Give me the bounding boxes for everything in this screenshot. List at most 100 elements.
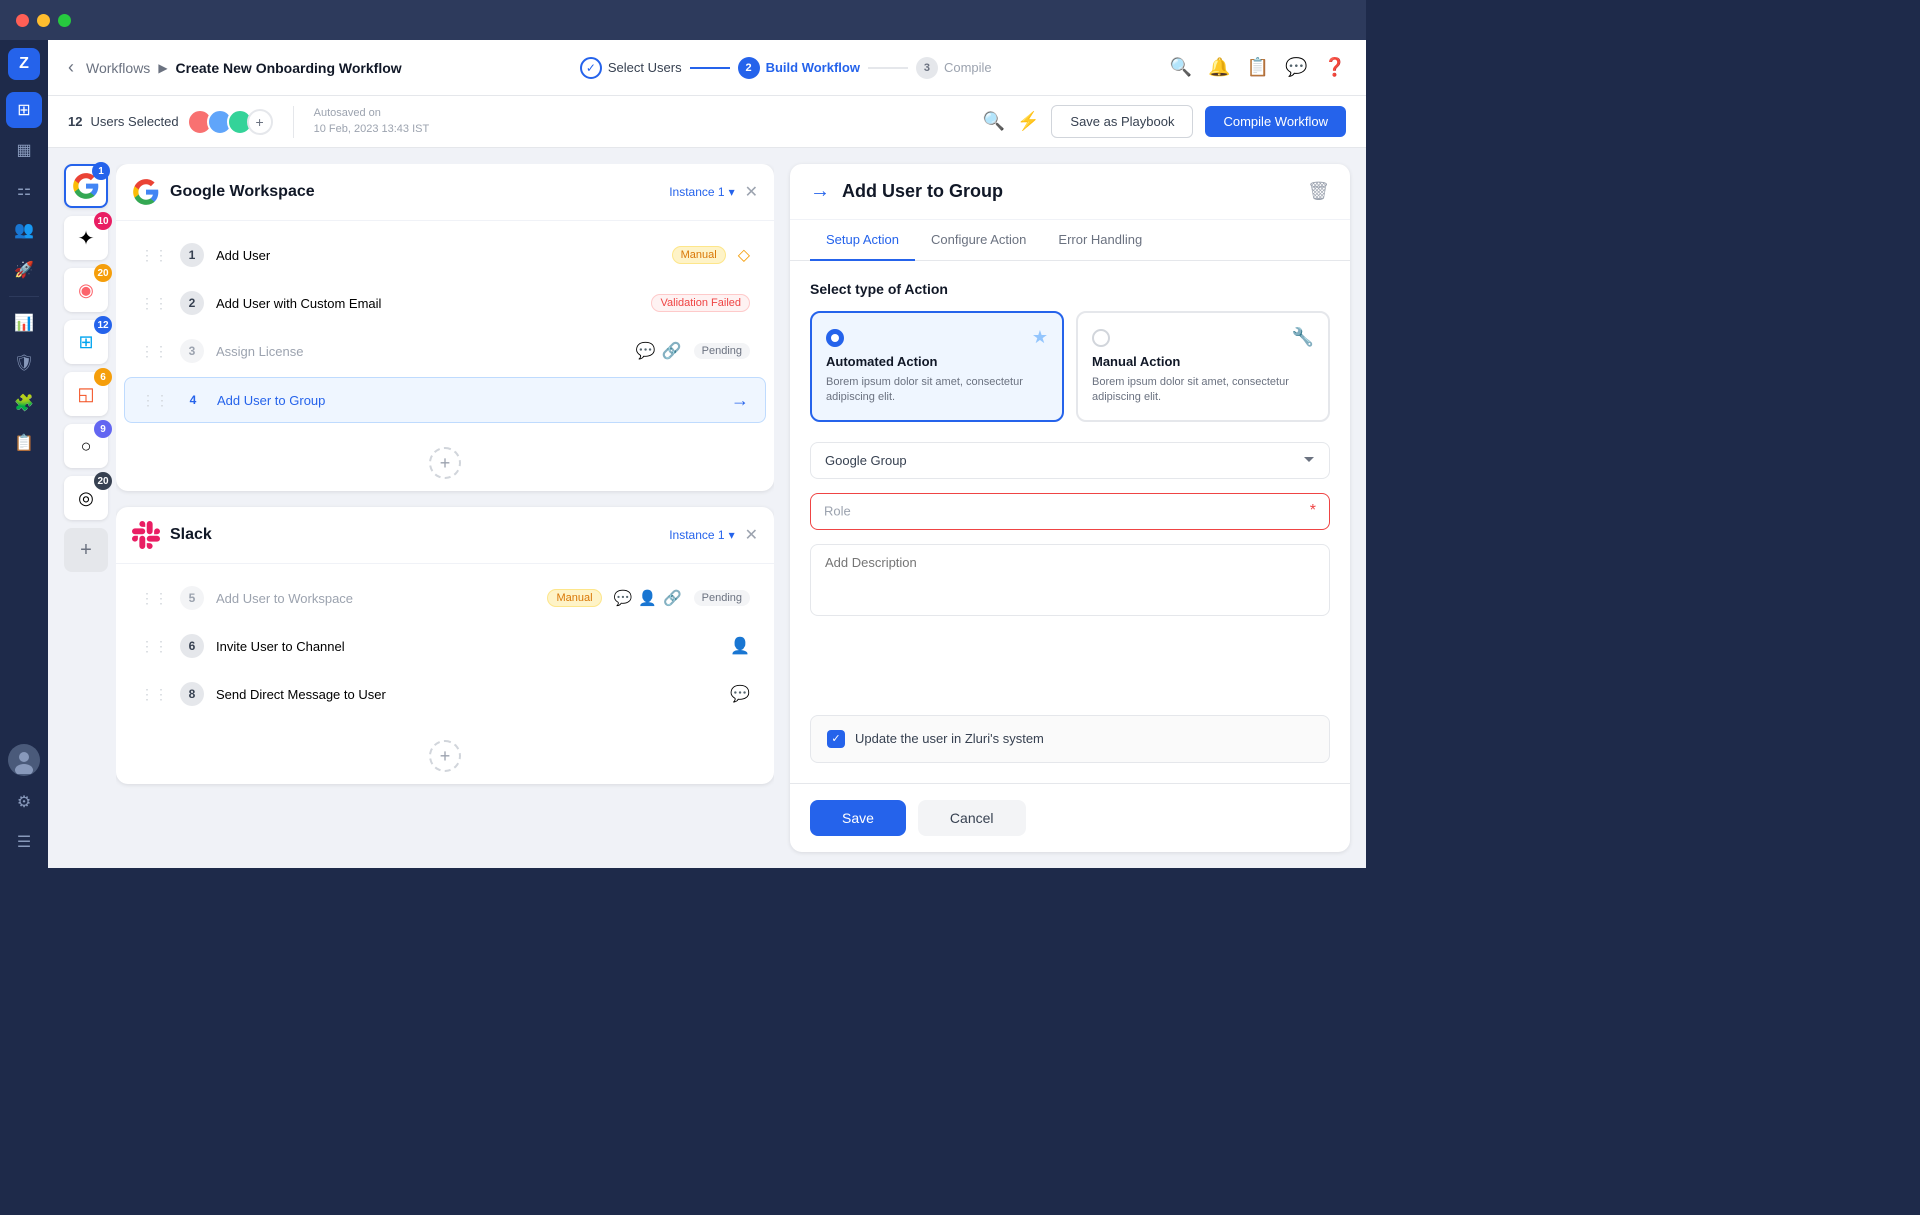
- sidebar-divider: [9, 296, 39, 297]
- panel-delete-button[interactable]: 🗑: [1307, 181, 1330, 202]
- add-action-circle[interactable]: +: [429, 447, 461, 479]
- message-icon[interactable]: 💬: [1285, 57, 1307, 78]
- sidebar-item-users[interactable]: 👥: [6, 212, 42, 248]
- role-field: Role *: [810, 493, 1330, 530]
- clipboard-icon[interactable]: 📋: [1247, 57, 1269, 78]
- link-icon: 🔗: [663, 589, 682, 607]
- action-item[interactable]: ⋮⋮ 3 Assign License 💬 🔗 Pending: [124, 329, 766, 373]
- action-item-active[interactable]: ⋮⋮ 4 Add User to Group →: [124, 377, 766, 423]
- integration-windows[interactable]: ⊞ 12: [64, 320, 108, 364]
- action-item[interactable]: ⋮⋮ 5 Add User to Workspace Manual 💬 👤 🔗 …: [124, 576, 766, 620]
- integration-analytics[interactable]: ○ 9: [64, 424, 108, 468]
- drag-handle[interactable]: ⋮⋮: [140, 638, 168, 655]
- traffic-light-red[interactable]: [16, 14, 29, 27]
- sidebar-item-chart[interactable]: 📊: [6, 305, 42, 341]
- figma-icon: ◱: [77, 384, 94, 405]
- sidebar-item-shield[interactable]: 🛡: [6, 345, 42, 381]
- toolbar-search-button[interactable]: 🔍: [983, 111, 1005, 132]
- sidebar-item-list[interactable]: 📋: [6, 425, 42, 461]
- traffic-light-green[interactable]: [58, 14, 71, 27]
- add-integration-button[interactable]: +: [64, 528, 108, 572]
- toolbar-filter-button[interactable]: ⚡: [1017, 111, 1039, 132]
- drag-handle[interactable]: ⋮⋮: [140, 686, 168, 703]
- google-instance-selector[interactable]: Instance 1 ▾: [669, 185, 734, 199]
- right-panel: → Add User to Group 🗑 Setup Action Confi…: [790, 164, 1350, 852]
- integration-google[interactable]: 1: [64, 164, 108, 208]
- manual-radio[interactable]: [1092, 329, 1110, 347]
- drag-handle[interactable]: ⋮⋮: [141, 392, 169, 409]
- tab-configure-action[interactable]: Configure Action: [915, 220, 1042, 261]
- google-group-select[interactable]: Google Group: [810, 442, 1330, 479]
- bell-icon[interactable]: 🔔: [1208, 57, 1230, 78]
- integration-slack[interactable]: ✦ 10: [64, 216, 108, 260]
- sidebar-item-settings[interactable]: ⚙: [6, 784, 42, 820]
- automated-radio[interactable]: [826, 329, 844, 347]
- google-action-list: ⋮⋮ 1 Add User Manual ◇ ⋮⋮ 2 Add: [116, 221, 774, 435]
- panel-save-button[interactable]: Save: [810, 800, 906, 836]
- nav-icons: 🔍 🔔 📋 💬 ❓: [1170, 57, 1346, 78]
- google-block-close[interactable]: ✕: [745, 182, 758, 202]
- chat-icon: 💬: [636, 341, 656, 361]
- action-item[interactable]: ⋮⋮ 8 Send Direct Message to User 💬: [124, 672, 766, 716]
- add-slack-action[interactable]: +: [116, 728, 774, 784]
- analytics-icon: ○: [81, 436, 92, 457]
- drag-handle[interactable]: ⋮⋮: [140, 295, 168, 312]
- back-button[interactable]: ‹: [68, 57, 74, 78]
- panel-title: Add User to Group: [842, 181, 1295, 202]
- description-field: [810, 544, 1330, 621]
- step-build-workflow[interactable]: 2 Build Workflow: [738, 57, 860, 79]
- google-instance-chevron: ▾: [729, 185, 735, 199]
- step-2-label: Build Workflow: [766, 60, 860, 75]
- sidebar-item-apps[interactable]: ⚏: [6, 172, 42, 208]
- breadcrumb-parent[interactable]: Workflows: [86, 60, 150, 76]
- sidebar-item-table[interactable]: ▦: [6, 132, 42, 168]
- slack-block-close[interactable]: ✕: [745, 525, 758, 545]
- action-item[interactable]: ⋮⋮ 2 Add User with Custom Email Validati…: [124, 281, 766, 325]
- add-action-circle[interactable]: +: [429, 740, 461, 772]
- automated-action-card[interactable]: ★ Automated Action Borem ipsum dolor sit…: [810, 311, 1064, 422]
- sidebar-item-puzzle[interactable]: 🧩: [6, 385, 42, 421]
- traffic-light-yellow[interactable]: [37, 14, 50, 27]
- panel-tabs: Setup Action Configure Action Error Hand…: [790, 220, 1350, 261]
- sidebar-avatar[interactable]: [8, 744, 40, 776]
- step-2-circle: 2: [738, 57, 760, 79]
- add-google-action[interactable]: +: [116, 435, 774, 491]
- integration-asana[interactable]: ◉ 20: [64, 268, 108, 312]
- checkbox-checked[interactable]: ✓: [827, 730, 845, 748]
- search-nav-icon[interactable]: 🔍: [1170, 57, 1192, 78]
- tab-error-handling[interactable]: Error Handling: [1042, 220, 1158, 261]
- breadcrumb: Workflows ▶ Create New Onboarding Workfl…: [86, 60, 402, 76]
- integration-figma[interactable]: ◱ 6: [64, 372, 108, 416]
- role-input[interactable]: [810, 493, 1330, 530]
- step-select-users[interactable]: ✓ Select Users: [580, 57, 682, 79]
- panel-cancel-button[interactable]: Cancel: [918, 800, 1026, 836]
- sidebar-item-rocket[interactable]: 🚀: [6, 252, 42, 288]
- action-item[interactable]: ⋮⋮ 1 Add User Manual ◇: [124, 233, 766, 277]
- drag-handle[interactable]: ⋮⋮: [140, 343, 168, 360]
- step-3-label: Compile: [944, 60, 992, 75]
- help-icon[interactable]: ❓: [1324, 57, 1346, 78]
- slack-instance-selector[interactable]: Instance 1 ▾: [669, 528, 734, 542]
- asana-badge: 20: [94, 264, 112, 282]
- top-nav: ‹ Workflows ▶ Create New Onboarding Work…: [48, 40, 1366, 96]
- drag-handle[interactable]: ⋮⋮: [140, 590, 168, 607]
- sidebar-logo[interactable]: Z: [8, 48, 40, 80]
- sidebar-item-grid[interactable]: ⊞: [6, 92, 42, 128]
- compile-workflow-button[interactable]: Compile Workflow: [1205, 106, 1346, 137]
- badge-pending: Pending: [694, 343, 750, 359]
- integration-circle[interactable]: ◎ 20: [64, 476, 108, 520]
- checkbox-row[interactable]: ✓ Update the user in Zluri's system: [810, 715, 1330, 763]
- drag-handle[interactable]: ⋮⋮: [140, 247, 168, 264]
- action-item[interactable]: ⋮⋮ 6 Invite User to Channel 👤: [124, 624, 766, 668]
- description-textarea[interactable]: [810, 544, 1330, 616]
- step-compile[interactable]: 3 Compile: [916, 57, 992, 79]
- tab-setup-action[interactable]: Setup Action: [810, 220, 915, 261]
- save-playbook-button[interactable]: Save as Playbook: [1051, 105, 1193, 138]
- sidebar-item-menu[interactable]: ☰: [6, 824, 42, 860]
- avatar-add[interactable]: +: [247, 109, 273, 135]
- manual-action-name: Manual Action: [1092, 354, 1314, 369]
- section-title: Select type of Action: [810, 281, 1330, 297]
- panel-body: Select type of Action ★ Automated Action…: [790, 261, 1350, 783]
- manual-action-card[interactable]: 🔧 Manual Action Borem ipsum dolor sit am…: [1076, 311, 1330, 422]
- action-name: Add User: [216, 248, 660, 263]
